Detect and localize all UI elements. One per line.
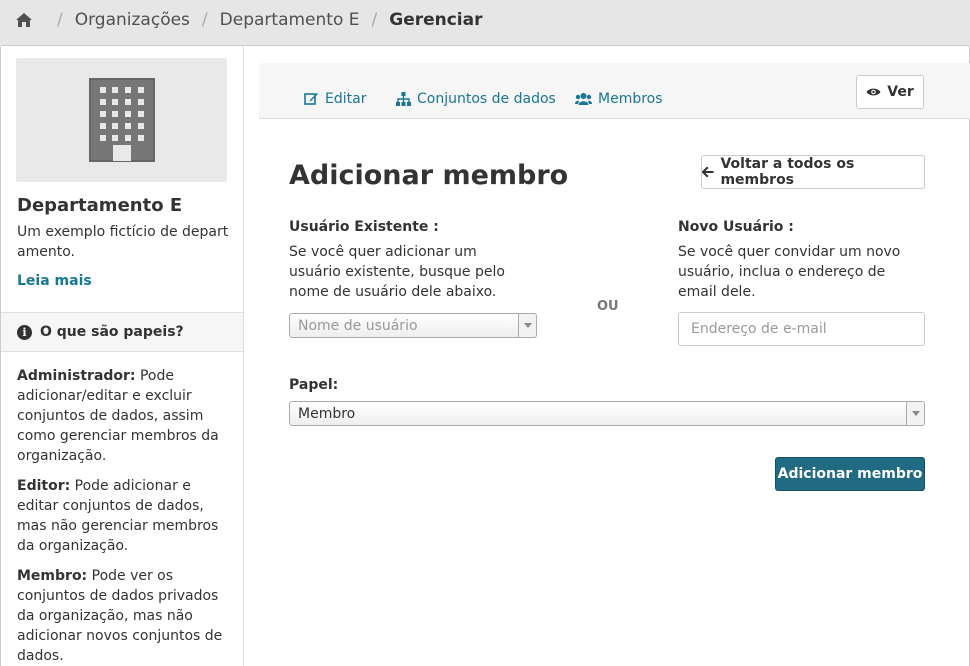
breadcrumb-manage: Gerenciar (389, 10, 483, 30)
role-admin-name: Administrador: (17, 368, 136, 384)
back-to-members-button[interactable]: Voltar a todos os membros (701, 155, 925, 189)
new-user-help: Se você quer convidar um novo usuário, i… (678, 244, 901, 300)
tab-members-label: Membros (598, 91, 663, 107)
sitemap-icon (396, 92, 411, 106)
sidebar: Departamento E Um exemplo fictício de de… (1, 46, 244, 666)
breadcrumb-separator: / (201, 10, 208, 30)
organization-description: Um exemplo fictício de departamento. (17, 224, 229, 260)
tab-members[interactable]: Membros (575, 91, 663, 107)
email-field[interactable]: Endereço de e-mail (678, 312, 925, 346)
role-editor: Editor: Pode adicionar e editar conjunto… (17, 476, 232, 556)
users-icon (575, 93, 592, 105)
role-editor-name: Editor: (17, 478, 71, 494)
chevron-down-icon (518, 314, 536, 337)
home-icon[interactable] (15, 12, 33, 28)
role-admin: Administrador: Pode adicionar/editar e e… (17, 366, 232, 466)
view-button-label: Ver (887, 84, 914, 100)
chevron-down-icon (906, 402, 924, 425)
tab-edit-label: Editar (325, 91, 367, 107)
breadcrumb-separator: / (371, 10, 378, 30)
main-content: Editar Conjuntos de dados Membros Ver Ad… (244, 46, 970, 666)
view-button[interactable]: Ver (856, 75, 924, 109)
role-member-name: Membro: (17, 568, 88, 584)
add-member-button[interactable]: Adicionar membro (775, 457, 925, 491)
building-icon (88, 78, 155, 162)
breadcrumb-organizations[interactable]: Organizações (75, 10, 190, 30)
role-selected-value: Membro (298, 405, 356, 422)
existing-user-label: Usuário Existente : (289, 219, 439, 235)
tab-edit[interactable]: Editar (304, 91, 366, 107)
existing-user-help: Se você quer adicionar um usuário existe… (289, 244, 505, 300)
username-placeholder: Nome de usuário (298, 317, 418, 334)
roles-heading-label: O que são papeis? (40, 324, 184, 340)
or-separator: OU (597, 299, 619, 314)
back-button-label: Voltar a todos os membros (720, 156, 855, 188)
read-more-link[interactable]: Leia mais (17, 273, 92, 289)
eye-icon (866, 88, 881, 96)
role-label: Papel: (289, 377, 339, 393)
page-wrapper: Departamento E Um exemplo fictício de de… (0, 45, 970, 666)
roles-description: Administrador: Pode adicionar/editar e e… (17, 366, 232, 666)
organization-image (16, 58, 227, 182)
page-title: Adicionar membro (289, 160, 569, 191)
breadcrumb: / Organizações / Departamento E / Gerenc… (0, 0, 970, 40)
roles-heading: i O que são papeis? (1, 312, 243, 352)
info-icon: i (17, 324, 32, 340)
new-user-label: Novo Usuário : (678, 219, 794, 235)
email-placeholder: Endereço de e-mail (691, 321, 827, 337)
role-member: Membro: Pode ver os conjuntos de dados p… (17, 566, 232, 666)
tab-datasets-label: Conjuntos de dados (417, 91, 556, 107)
organization-title: Departamento E (17, 195, 183, 216)
username-select[interactable]: Nome de usuário (289, 313, 537, 338)
role-select[interactable]: Membro (289, 401, 925, 426)
tab-datasets[interactable]: Conjuntos de dados (396, 91, 556, 107)
edit-icon (304, 93, 318, 105)
breadcrumb-department[interactable]: Departamento E (220, 10, 360, 30)
arrow-left-icon (702, 166, 714, 178)
breadcrumb-separator: / (57, 10, 63, 30)
